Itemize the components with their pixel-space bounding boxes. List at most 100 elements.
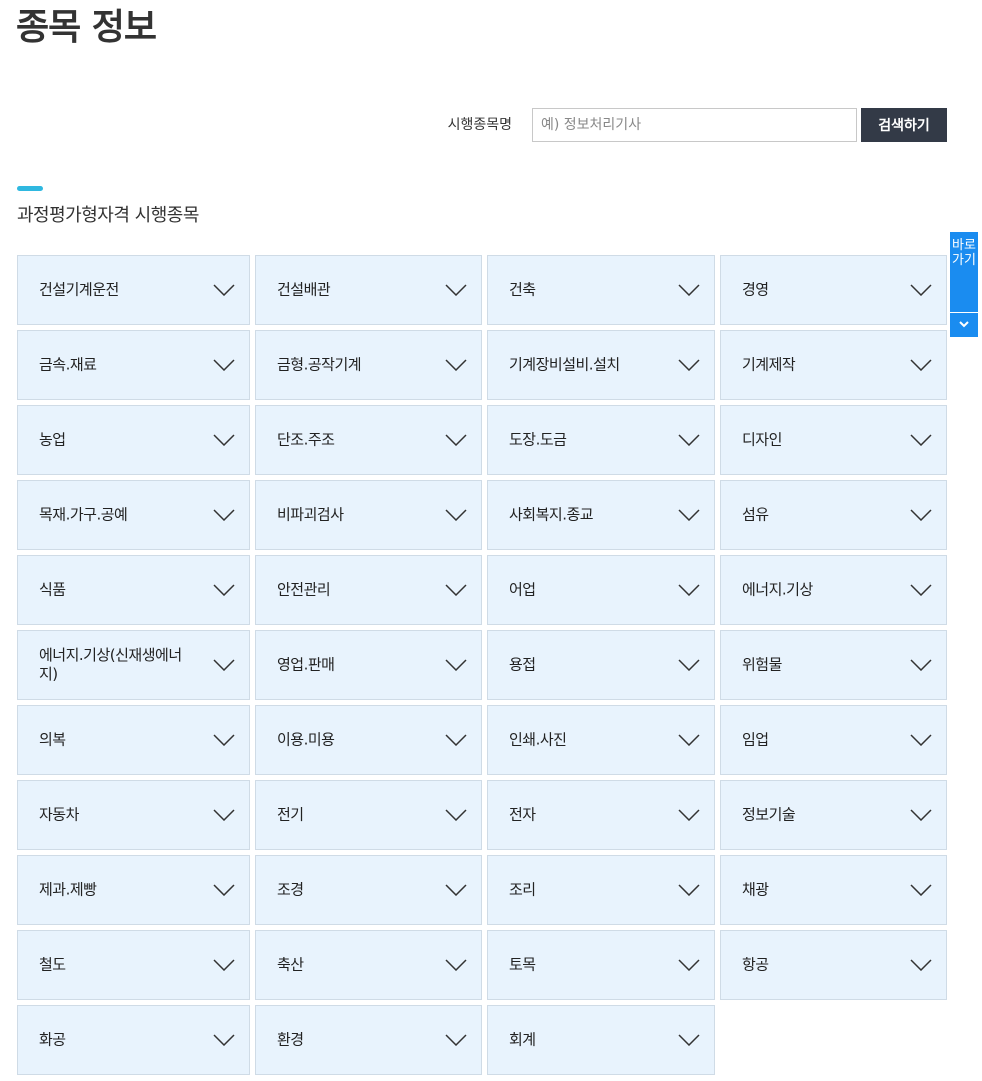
chevron-down-icon <box>213 1034 235 1046</box>
chevron-down-icon <box>678 884 700 896</box>
category-item[interactable]: 정보기술 <box>720 780 947 850</box>
category-item[interactable]: 금속.재료 <box>17 330 250 400</box>
quick-nav-toggle[interactable] <box>950 313 978 337</box>
category-label: 환경 <box>277 1030 304 1049</box>
category-label: 기계장비설비.설치 <box>509 355 620 374</box>
category-label: 인쇄.사진 <box>509 730 567 749</box>
category-item[interactable]: 건설배관 <box>255 255 482 325</box>
category-item[interactable]: 조리 <box>487 855 715 925</box>
category-item[interactable]: 경영 <box>720 255 947 325</box>
category-item[interactable]: 용접 <box>487 630 715 700</box>
chevron-down-icon <box>678 809 700 821</box>
category-item[interactable]: 농업 <box>17 405 250 475</box>
search-input[interactable] <box>532 108 857 142</box>
category-item[interactable]: 기계제작 <box>720 330 947 400</box>
category-label: 용접 <box>509 655 536 674</box>
category-item[interactable]: 단조.주조 <box>255 405 482 475</box>
chevron-down-icon <box>910 809 932 821</box>
search-button[interactable]: 검색하기 <box>861 108 947 142</box>
chevron-down-icon <box>678 584 700 596</box>
category-label: 화공 <box>39 1030 66 1049</box>
category-item[interactable]: 제과.제빵 <box>17 855 250 925</box>
category-item[interactable]: 임업 <box>720 705 947 775</box>
chevron-down-icon <box>445 809 467 821</box>
category-item[interactable]: 인쇄.사진 <box>487 705 715 775</box>
chevron-down-icon <box>213 659 235 671</box>
category-item[interactable]: 디자인 <box>720 405 947 475</box>
category-label: 비파괴검사 <box>277 505 344 524</box>
chevron-down-icon <box>678 284 700 296</box>
category-item[interactable]: 조경 <box>255 855 482 925</box>
chevron-down-icon <box>213 734 235 746</box>
category-item[interactable]: 화공 <box>17 1005 250 1075</box>
category-item[interactable]: 에너지.기상(신재생에너지) <box>17 630 250 700</box>
chevron-down-icon <box>910 584 932 596</box>
category-label: 경영 <box>742 280 769 299</box>
chevron-down-icon <box>445 509 467 521</box>
chevron-down-icon <box>910 359 932 371</box>
quick-nav-button[interactable]: 바로가기 <box>950 232 978 312</box>
category-item[interactable]: 에너지.기상 <box>720 555 947 625</box>
category-label: 건설배관 <box>277 280 331 299</box>
category-label: 토목 <box>509 955 536 974</box>
category-label: 사회복지.종교 <box>509 505 594 524</box>
chevron-down-icon <box>445 734 467 746</box>
category-item[interactable]: 섬유 <box>720 480 947 550</box>
category-item[interactable]: 영업.판매 <box>255 630 482 700</box>
category-item[interactable]: 철도 <box>17 930 250 1000</box>
category-item[interactable]: 전기 <box>255 780 482 850</box>
category-item[interactable]: 어업 <box>487 555 715 625</box>
category-item[interactable]: 목재.가구.공예 <box>17 480 250 550</box>
chevron-down-icon <box>213 884 235 896</box>
category-item[interactable]: 기계장비설비.설치 <box>487 330 715 400</box>
chevron-down-icon <box>910 734 932 746</box>
category-item[interactable]: 건축 <box>487 255 715 325</box>
chevron-down-icon <box>445 959 467 971</box>
category-item[interactable]: 채광 <box>720 855 947 925</box>
chevron-down-icon <box>959 321 969 328</box>
chevron-down-icon <box>445 584 467 596</box>
category-item[interactable]: 안전관리 <box>255 555 482 625</box>
chevron-down-icon <box>445 284 467 296</box>
chevron-down-icon <box>213 434 235 446</box>
category-label: 제과.제빵 <box>39 880 97 899</box>
category-label: 항공 <box>742 955 769 974</box>
category-label: 축산 <box>277 955 304 974</box>
category-label: 목재.가구.공예 <box>39 505 128 524</box>
category-item[interactable]: 도장.도금 <box>487 405 715 475</box>
category-label: 의복 <box>39 730 66 749</box>
chevron-down-icon <box>678 959 700 971</box>
category-grid: 건설기계운전 건설배관 건축 경영금속.재료 금형.공작기계 기계장비설비.설치 기계제작농… <box>17 255 947 1075</box>
chevron-down-icon <box>445 1034 467 1046</box>
category-item[interactable]: 자동차 <box>17 780 250 850</box>
category-label: 이용.미용 <box>277 730 335 749</box>
category-label: 위험물 <box>742 655 782 674</box>
category-label: 건축 <box>509 280 536 299</box>
chevron-down-icon <box>445 359 467 371</box>
category-label: 회계 <box>509 1030 536 1049</box>
category-item[interactable]: 축산 <box>255 930 482 1000</box>
category-item[interactable]: 항공 <box>720 930 947 1000</box>
category-item[interactable]: 식품 <box>17 555 250 625</box>
chevron-down-icon <box>213 809 235 821</box>
category-label: 단조.주조 <box>277 430 335 449</box>
category-item[interactable]: 위험물 <box>720 630 947 700</box>
category-item[interactable]: 환경 <box>255 1005 482 1075</box>
category-item[interactable]: 회계 <box>487 1005 715 1075</box>
chevron-down-icon <box>213 584 235 596</box>
category-label: 금속.재료 <box>39 355 97 374</box>
category-item[interactable]: 이용.미용 <box>255 705 482 775</box>
chevron-down-icon <box>445 659 467 671</box>
category-item[interactable]: 전자 <box>487 780 715 850</box>
category-item[interactable]: 의복 <box>17 705 250 775</box>
category-label: 철도 <box>39 955 66 974</box>
category-label: 농업 <box>39 430 66 449</box>
chevron-down-icon <box>910 509 932 521</box>
category-item[interactable]: 비파괴검사 <box>255 480 482 550</box>
category-item[interactable]: 건설기계운전 <box>17 255 250 325</box>
category-label: 전자 <box>509 805 536 824</box>
category-item[interactable]: 사회복지.종교 <box>487 480 715 550</box>
category-item[interactable]: 금형.공작기계 <box>255 330 482 400</box>
category-item[interactable]: 토목 <box>487 930 715 1000</box>
chevron-down-icon <box>445 434 467 446</box>
